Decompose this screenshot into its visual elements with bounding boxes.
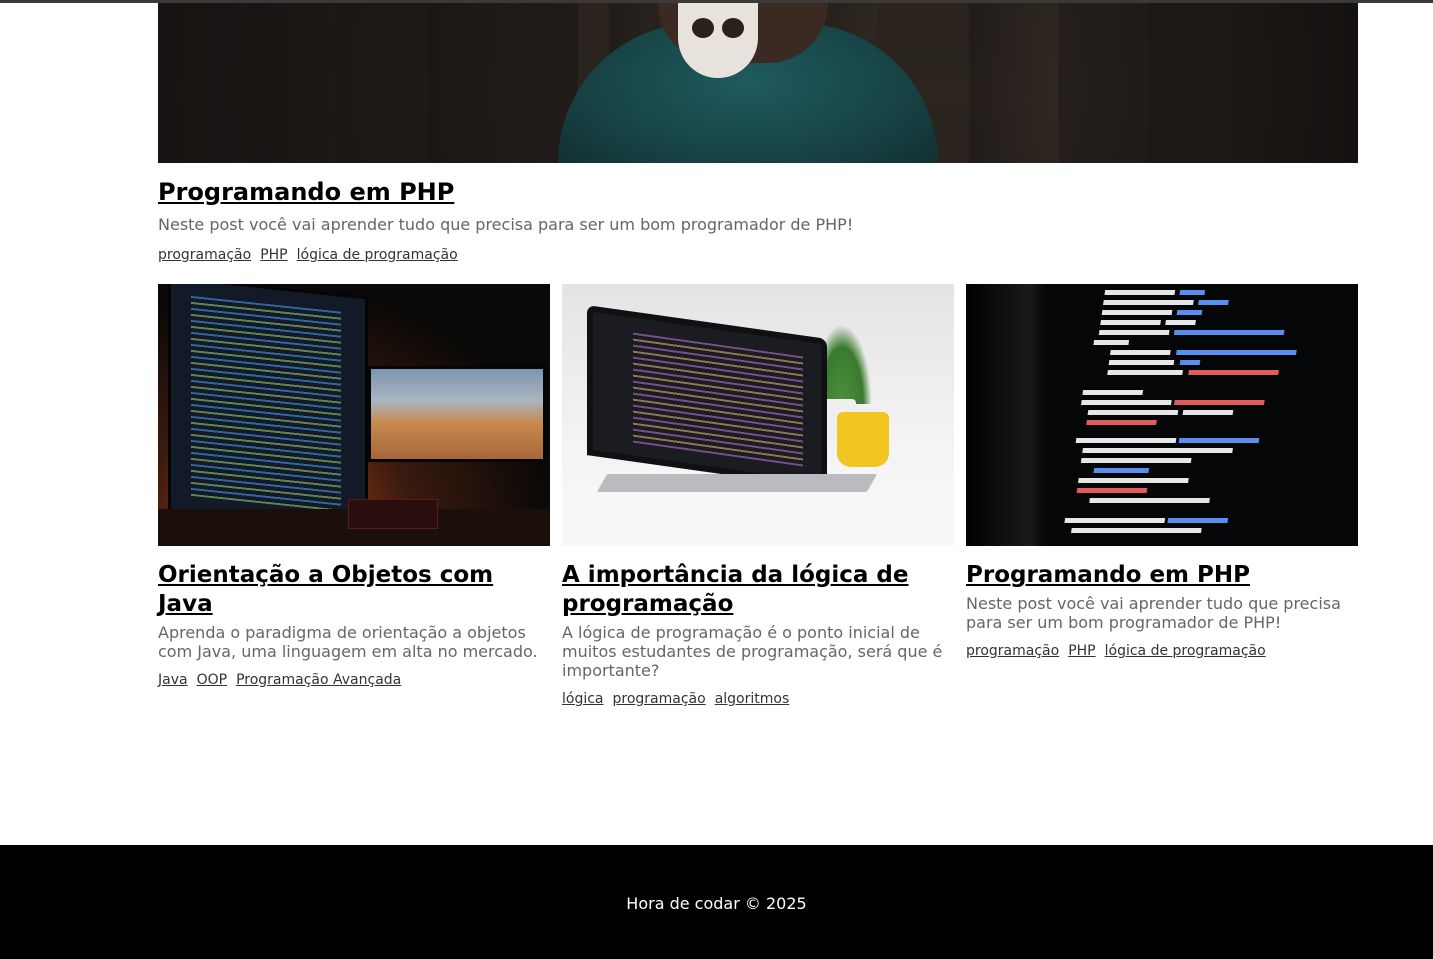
featured-post-tags: programação PHP lógica de programação xyxy=(158,246,458,264)
post-thumbnail[interactable] xyxy=(158,284,550,546)
post-tags: programação PHP lógica de programação xyxy=(966,642,1358,660)
tag-link[interactable]: Programação Avançada xyxy=(236,671,401,689)
post-thumbnail[interactable] xyxy=(966,284,1358,546)
post-title[interactable]: A importância da lógica de programação xyxy=(562,561,954,619)
post-tags: lógica programação algoritmos xyxy=(562,690,954,708)
site-footer: Hora de codar © 2025 xyxy=(0,845,1433,959)
post-description: Aprenda o paradigma de orientação a obje… xyxy=(158,623,538,661)
tag-link[interactable]: programação xyxy=(158,246,251,264)
tag-link[interactable]: lógica de programação xyxy=(1105,642,1266,660)
tag-link[interactable]: programação xyxy=(966,642,1059,660)
tag-link[interactable]: lógica de programação xyxy=(297,246,458,264)
featured-post-description: Neste post você vai aprender tudo que pr… xyxy=(158,215,854,234)
tag-link[interactable]: Java xyxy=(158,671,188,689)
tag-link[interactable]: lógica xyxy=(562,690,604,708)
featured-post-title[interactable]: Programando em PHP xyxy=(158,176,454,208)
tag-link[interactable]: programação xyxy=(613,690,706,708)
footer-copyright: Hora de codar © 2025 xyxy=(626,894,807,913)
post-card-java: Orientação a Objetos com Java Aprenda o … xyxy=(158,284,550,689)
post-card-php: Programando em PHP Neste post você vai a… xyxy=(966,284,1358,660)
tag-link[interactable]: PHP xyxy=(1068,642,1095,660)
code-screen-graphic xyxy=(1064,290,1297,533)
tag-link[interactable]: OOP xyxy=(197,671,227,689)
post-description: A lógica de programação é o ponto inicia… xyxy=(562,623,943,680)
tag-link[interactable]: algoritmos xyxy=(715,690,790,708)
post-title[interactable]: Orientação a Objetos com Java xyxy=(158,561,550,619)
post-tags: Java OOP Programação Avançada xyxy=(158,671,550,689)
post-card-logic: A importância da lógica de programação A… xyxy=(562,284,954,708)
post-title[interactable]: Programando em PHP xyxy=(966,561,1358,590)
featured-post-image[interactable] xyxy=(158,3,1358,163)
post-description: Neste post você vai aprender tudo que pr… xyxy=(966,594,1341,632)
post-thumbnail[interactable] xyxy=(562,284,954,546)
tag-link[interactable]: PHP xyxy=(260,246,287,264)
